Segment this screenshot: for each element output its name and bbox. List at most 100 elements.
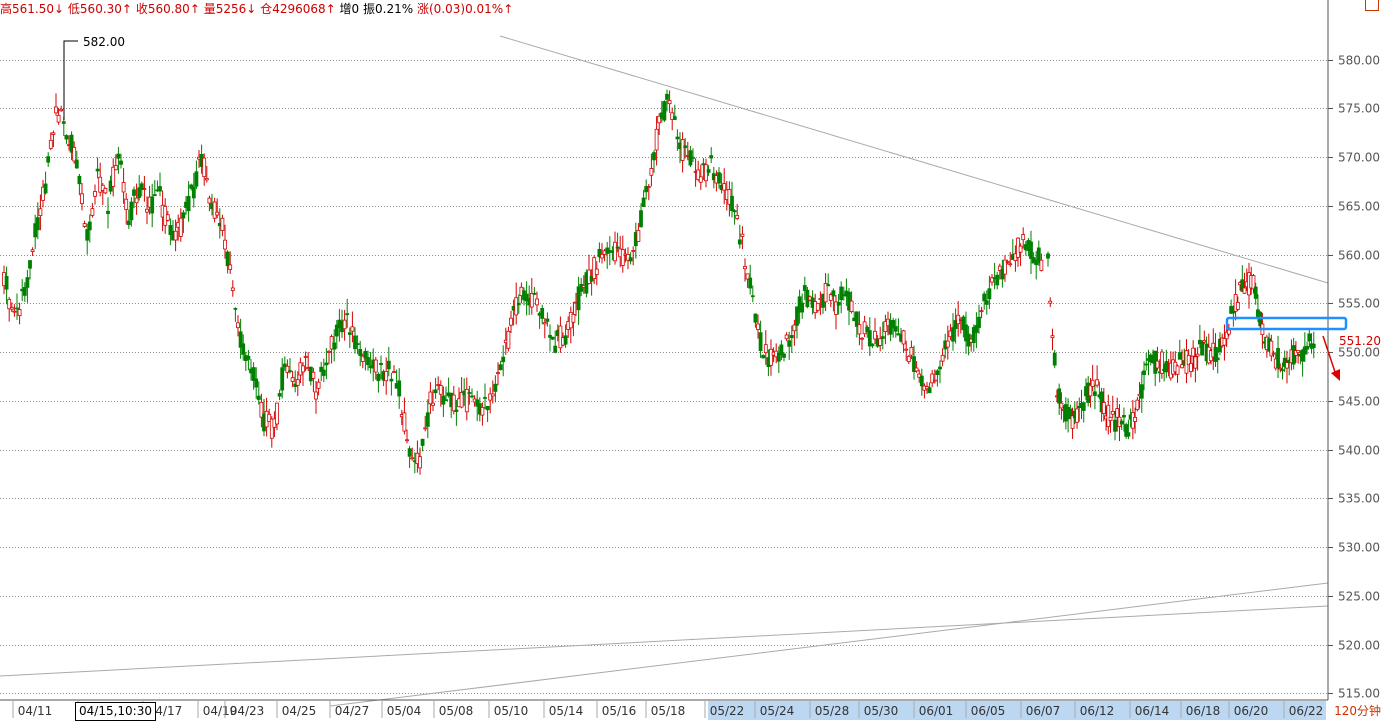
candle-body [709, 155, 714, 159]
window-toggle-button[interactable] [1365, 0, 1379, 11]
candle-body [672, 116, 677, 120]
candle-body [665, 93, 669, 100]
candle-body [12, 310, 17, 313]
candle-body [181, 212, 186, 219]
candle-body [384, 370, 389, 382]
high-value: 561.50 [12, 2, 55, 16]
time-axis: 04/1104/1504/1704/1904/2304/2504/2705/04… [0, 699, 1328, 720]
trend-lines [0, 35, 1329, 707]
candle-body [106, 210, 110, 214]
candle-body [1285, 362, 1289, 369]
candle-body [514, 297, 519, 316]
candle-body [132, 189, 136, 196]
candle-body [984, 300, 989, 305]
candle-body [542, 322, 547, 325]
candle-body [979, 310, 984, 313]
candle-body [1052, 352, 1057, 366]
candle-body [613, 241, 617, 262]
candle-body [277, 393, 282, 397]
candle-body [56, 114, 61, 123]
candle-body [831, 290, 836, 297]
candle-body [501, 356, 506, 363]
candle-body [1135, 399, 1140, 411]
candle-body [321, 369, 326, 376]
candle-body [1039, 259, 1044, 271]
candle-body [1177, 352, 1182, 360]
candle-body [392, 371, 396, 373]
candle-body [38, 208, 43, 217]
candle-body [1077, 405, 1082, 409]
candle-body [1119, 420, 1124, 425]
x-tick-label: 06/20 [1234, 704, 1269, 718]
candle-body [428, 391, 433, 405]
candle-body [64, 135, 69, 140]
candle-body [1139, 384, 1144, 399]
candle-body [758, 332, 763, 351]
x-tick-label: 05/16 [602, 704, 637, 718]
candle-body [1175, 365, 1180, 375]
candle-body [407, 448, 412, 457]
candle-body [1110, 410, 1115, 415]
candle-body [95, 168, 100, 172]
candle-body [444, 399, 448, 402]
candle-body [423, 427, 428, 430]
candle-body [402, 412, 407, 432]
candle-body [301, 365, 305, 373]
candle-body [982, 293, 987, 302]
candle-body [620, 249, 625, 266]
change-label: 涨 [416, 2, 429, 16]
candle-body [914, 367, 919, 372]
candle-body [748, 277, 753, 289]
candle-body [126, 220, 131, 226]
candle-body [1057, 388, 1062, 404]
y-tick-label: 520.00 [1338, 639, 1380, 653]
candle-body [425, 412, 430, 427]
candle-body [59, 108, 64, 112]
candle-body [376, 373, 381, 382]
candle-body [743, 266, 747, 270]
candle-body [529, 292, 534, 308]
candle-body [418, 456, 422, 469]
candle-body [54, 106, 58, 114]
open-interest-value: 4296068 [272, 2, 326, 16]
candle-body [194, 171, 199, 187]
candle-body [901, 330, 906, 345]
candle-body [467, 392, 472, 394]
candle-body [1311, 343, 1316, 349]
candle-body [451, 394, 456, 412]
candle-body [87, 221, 92, 231]
candle-body [1106, 404, 1111, 427]
candle-body [82, 223, 87, 227]
candle-body [1193, 356, 1198, 369]
period-selector[interactable]: 120分钟 [1334, 702, 1381, 719]
candle-body [207, 197, 212, 204]
candle-body [233, 308, 238, 310]
candle-body [485, 406, 490, 411]
candle-body [860, 337, 864, 340]
candle-body [667, 100, 672, 105]
change-arrow: ↑ [503, 2, 514, 16]
candle-body [90, 208, 95, 216]
candle-body [230, 287, 235, 291]
candle-body [61, 121, 66, 124]
candle-body [30, 249, 35, 252]
candle-body [1202, 340, 1207, 343]
candle-body [379, 362, 383, 366]
candle-body [280, 367, 285, 391]
candle-body [1227, 329, 1231, 335]
candle-body [43, 183, 48, 194]
x-tick-label: 05/18 [651, 704, 686, 718]
support-trend-line-upper [329, 582, 1329, 707]
increase-label: 增 [339, 2, 352, 16]
x-tick-label: 06/22 [1289, 704, 1324, 718]
amplitude-label: 振 [363, 2, 376, 16]
candle-body [93, 191, 97, 197]
candle-body [1191, 347, 1196, 357]
candle-body [347, 332, 352, 335]
candle-body [737, 239, 742, 245]
candle-body [204, 177, 209, 181]
candle-body [553, 345, 558, 353]
candle-body [550, 336, 555, 340]
candle-body [1235, 302, 1240, 310]
candle-body [1122, 414, 1126, 418]
